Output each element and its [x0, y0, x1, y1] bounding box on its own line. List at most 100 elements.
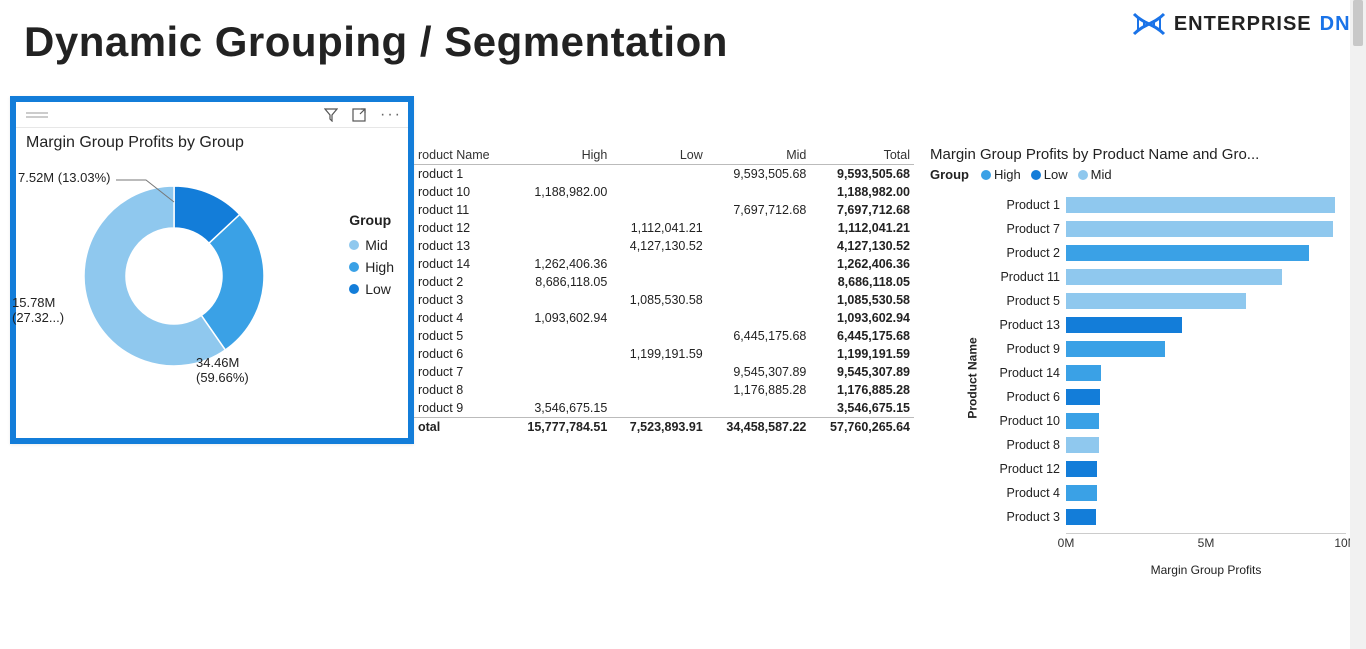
donut-title: Margin Group Profits by Group	[16, 128, 408, 156]
bar-row[interactable]: Product 11	[986, 265, 1346, 289]
table-row[interactable]: roduct 56,445,175.686,445,175.68	[414, 327, 914, 345]
bar-row[interactable]: Product 8	[986, 433, 1346, 457]
table-cell: 4,127,130.52	[810, 237, 914, 255]
drag-handle-icon[interactable]	[22, 111, 52, 119]
legend-label: Mid	[365, 234, 388, 256]
bar-row[interactable]: Product 4	[986, 481, 1346, 505]
table-row[interactable]: roduct 41,093,602.941,093,602.94	[414, 309, 914, 327]
table-cell: 3,546,675.15	[810, 399, 914, 418]
table-cell: 1,112,041.21	[810, 219, 914, 237]
legend-item[interactable]: Mid	[1074, 167, 1112, 182]
bar-track	[1066, 389, 1346, 405]
bar-visual[interactable]: Margin Group Profits by Product Name and…	[930, 146, 1350, 563]
scrollbar[interactable]	[1350, 0, 1366, 649]
axis-tick: 5M	[1198, 536, 1215, 550]
bar-segment[interactable]	[1066, 437, 1099, 453]
table-row[interactable]: roduct 28,686,118.058,686,118.05	[414, 273, 914, 291]
bar-row[interactable]: Product 2	[986, 241, 1346, 265]
bar-row[interactable]: Product 9	[986, 337, 1346, 361]
donut-visual[interactable]: ··· Margin Group Profits by Group 7.52M …	[10, 96, 414, 444]
table-row[interactable]: roduct 93,546,675.153,546,675.15	[414, 399, 914, 418]
bar-category-label: Product 8	[986, 438, 1066, 452]
bar-track	[1066, 341, 1346, 357]
table-cell: 6,445,175.68	[810, 327, 914, 345]
donut-label-mid: 34.46M (59.66%)	[196, 356, 249, 386]
table-row[interactable]: roduct 31,085,530.581,085,530.58	[414, 291, 914, 309]
bar-row[interactable]: Product 14	[986, 361, 1346, 385]
row-header-cell: roduct 4	[414, 309, 508, 327]
bar-segment[interactable]	[1066, 413, 1099, 429]
table-row[interactable]: roduct 117,697,712.687,697,712.68	[414, 201, 914, 219]
more-options-icon[interactable]: ···	[380, 106, 402, 124]
table-cell	[707, 345, 811, 363]
table-cell	[611, 309, 706, 327]
bar-segment[interactable]	[1066, 197, 1335, 213]
bar-row[interactable]: Product 13	[986, 313, 1346, 337]
bar-segment[interactable]	[1066, 389, 1100, 405]
bar-segment[interactable]	[1066, 317, 1182, 333]
table-header-cell[interactable]: High	[508, 146, 612, 165]
bar-segment[interactable]	[1066, 509, 1096, 525]
legend-item[interactable]: Mid	[349, 234, 394, 256]
table-header-cell[interactable]: Mid	[707, 146, 811, 165]
focus-mode-icon[interactable]	[352, 108, 366, 122]
table-row[interactable]: roduct 141,262,406.361,262,406.36	[414, 255, 914, 273]
table-header-cell[interactable]: Low	[611, 146, 706, 165]
table-cell	[707, 237, 811, 255]
table-cell	[611, 201, 706, 219]
legend-item[interactable]: High	[349, 256, 394, 278]
table-row[interactable]: roduct 81,176,885.281,176,885.28	[414, 381, 914, 399]
donut-label-high: 15.78M (27.32...)	[12, 296, 82, 326]
table-cell: 1,093,602.94	[508, 309, 612, 327]
visual-toolbar: ···	[16, 102, 408, 128]
table-row[interactable]: roduct 101,188,982.001,188,982.00	[414, 183, 914, 201]
matrix-visual[interactable]: roduct NameHighLowMidTotal roduct 19,593…	[414, 146, 914, 436]
table-cell	[508, 165, 612, 184]
bar-row[interactable]: Product 3	[986, 505, 1346, 529]
table-cell: 1,176,885.28	[810, 381, 914, 399]
table-cell: 4,127,130.52	[611, 237, 706, 255]
bar-row[interactable]: Product 1	[986, 193, 1346, 217]
bar-category-label: Product 7	[986, 222, 1066, 236]
table-row[interactable]: roduct 79,545,307.899,545,307.89	[414, 363, 914, 381]
bar-row[interactable]: Product 10	[986, 409, 1346, 433]
bar-track	[1066, 509, 1346, 525]
bar-segment[interactable]	[1066, 269, 1282, 285]
bar-segment[interactable]	[1066, 341, 1165, 357]
table-cell	[508, 291, 612, 309]
table-row[interactable]: roduct 61,199,191.591,199,191.59	[414, 345, 914, 363]
legend-item[interactable]: Low	[1027, 167, 1068, 182]
table-row[interactable]: roduct 134,127,130.524,127,130.52	[414, 237, 914, 255]
table-cell	[508, 345, 612, 363]
bar-track	[1066, 461, 1346, 477]
bar-category-label: Product 5	[986, 294, 1066, 308]
bar-track	[1066, 365, 1346, 381]
table-cell	[707, 255, 811, 273]
bar-row[interactable]: Product 5	[986, 289, 1346, 313]
bar-category-label: Product 14	[986, 366, 1066, 380]
bar-row[interactable]: Product 6	[986, 385, 1346, 409]
bar-segment[interactable]	[1066, 485, 1097, 501]
table-header-cell[interactable]: roduct Name	[414, 146, 508, 165]
bar-segment[interactable]	[1066, 461, 1097, 477]
legend-item[interactable]: High	[977, 167, 1021, 182]
filter-icon[interactable]	[324, 108, 338, 122]
bar-category-label: Product 4	[986, 486, 1066, 500]
table-cell: 9,545,307.89	[707, 363, 811, 381]
table-cell: 1,085,530.58	[810, 291, 914, 309]
legend-item[interactable]: Low	[349, 278, 394, 300]
table-row[interactable]: roduct 19,593,505.689,593,505.68	[414, 165, 914, 184]
bar-row[interactable]: Product 7	[986, 217, 1346, 241]
table-row[interactable]: roduct 121,112,041.211,112,041.21	[414, 219, 914, 237]
bar-segment[interactable]	[1066, 293, 1246, 309]
table-cell: 1,188,982.00	[508, 183, 612, 201]
bar-segment[interactable]	[1066, 221, 1333, 237]
bar-plot-area[interactable]: Product 1 Product 7 Product 2 Product 11 Pro…	[986, 193, 1346, 533]
bar-category-label: Product 11	[986, 270, 1066, 284]
bar-category-label: Product 1	[986, 198, 1066, 212]
table-cell	[707, 399, 811, 418]
bar-row[interactable]: Product 12	[986, 457, 1346, 481]
bar-segment[interactable]	[1066, 365, 1101, 381]
bar-segment[interactable]	[1066, 245, 1309, 261]
table-header-cell[interactable]: Total	[810, 146, 914, 165]
